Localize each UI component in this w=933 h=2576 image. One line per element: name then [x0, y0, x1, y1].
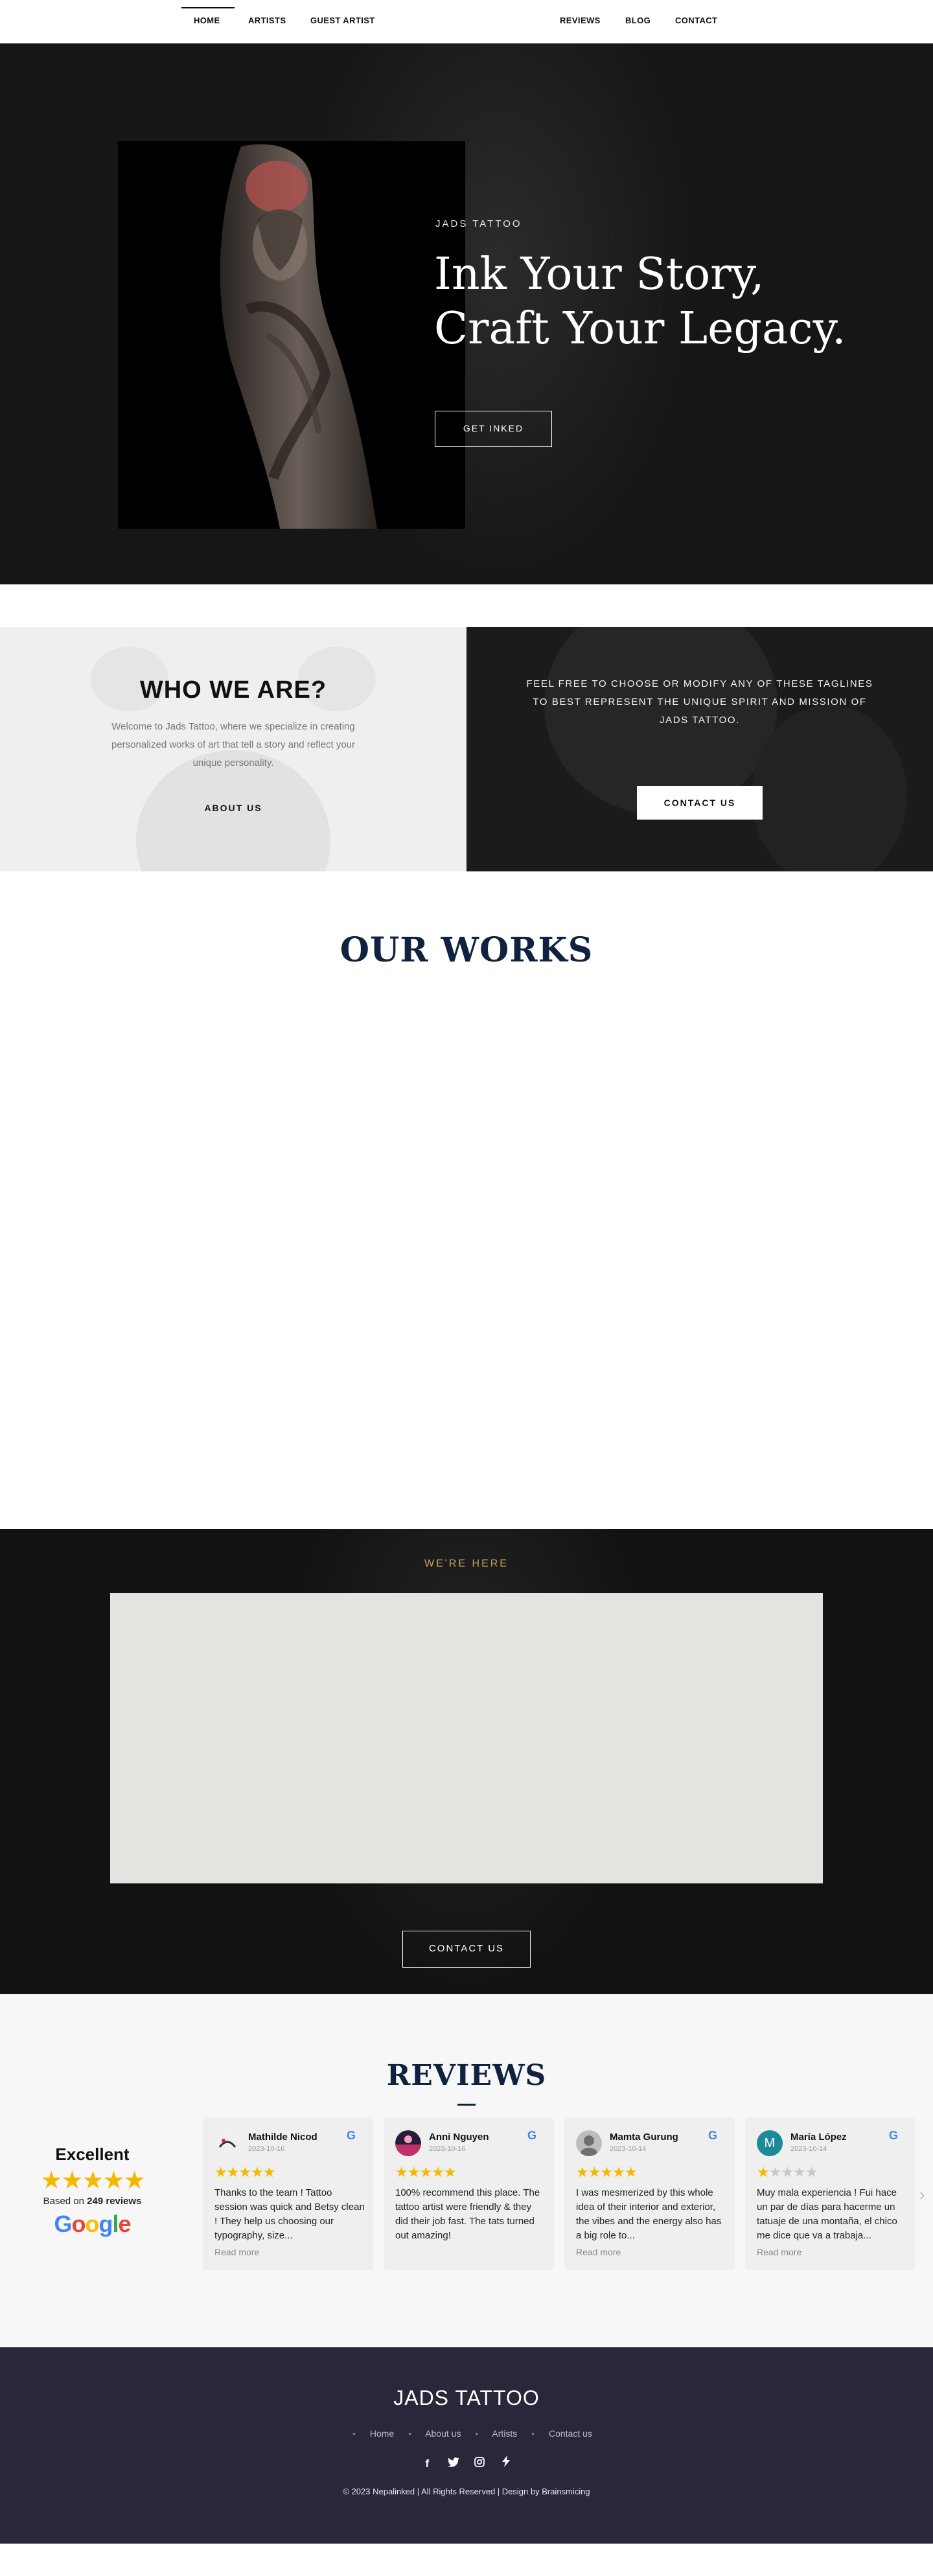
review-stars: ★★★★★ [214, 2164, 276, 2180]
contact-us-button[interactable]: CONTACT US [637, 786, 763, 820]
nav-contact[interactable]: CONTACT [675, 16, 717, 25]
nav-guest-artist[interactable]: GUEST ARTIST [310, 16, 375, 25]
nav-home[interactable]: HOME [194, 16, 220, 25]
map-embed[interactable] [110, 1593, 823, 1883]
rating-stars: ★★★★★ [40, 2167, 145, 2194]
reviewer-avatar [395, 2130, 421, 2156]
read-more-link[interactable]: Read more [757, 2247, 801, 2257]
nav-artists[interactable]: ARTISTS [248, 16, 286, 25]
nav-active-indicator [181, 7, 235, 8]
footer-link-about[interactable]: About us [425, 2428, 461, 2439]
read-more-link[interactable]: Read more [214, 2247, 259, 2257]
reviewer-avatar [576, 2130, 602, 2156]
review-stars: ★★★★★ [757, 2164, 818, 2180]
get-inked-button[interactable]: GET INKED [435, 411, 552, 447]
copyright-text: © 2023 Nepalinked | All Rights Reserved … [343, 2487, 590, 2496]
reviews-title-divider [457, 2104, 476, 2106]
hero-title: Ink Your Story, Craft Your Legacy. [434, 247, 849, 356]
bullet-icon: • [408, 2428, 412, 2439]
reviewer-avatar [214, 2130, 240, 2156]
tagline-panel [466, 627, 933, 871]
rating-label: Excellent [55, 2145, 130, 2164]
footer [0, 2347, 933, 2544]
review-text: Thanks to the team ! Tattoo session was … [214, 2187, 365, 2241]
review-card: Anni Nguyen 2023-10-16 G ★★★★★ 100% reco… [384, 2117, 554, 2270]
top-navigation: HOME ARTISTS GUEST ARTIST REVIEWS BLOG C… [0, 0, 933, 43]
review-stars: ★★★★★ [395, 2164, 457, 2180]
our-works-title: OUR WORKS [340, 930, 593, 970]
about-us-link[interactable]: ABOUT US [0, 803, 466, 813]
review-card: Mathilde Nicod 2023-10-16 G ★★★★★ Thanks… [203, 2117, 373, 2270]
who-we-are-title: WHO WE ARE? [139, 676, 327, 704]
hero-title-line-2: Craft Your Legacy. [434, 303, 846, 354]
review-card: M María López 2023-10-14 G ★★★★★ Muy mal… [745, 2117, 916, 2270]
review-date: 2023-10-14 [790, 2145, 827, 2153]
footer-link-contact[interactable]: Contact us [549, 2428, 592, 2439]
review-card: Mamta Gurung 2023-10-14 G ★★★★★ I was me… [564, 2117, 735, 2270]
reviewer-name: Mamta Gurung [610, 2132, 678, 2143]
reviewer-avatar: M [757, 2130, 783, 2156]
facebook-icon[interactable]: f [419, 2457, 435, 2470]
bullet-icon: • [531, 2428, 535, 2439]
footer-link-artists[interactable]: Artists [492, 2428, 517, 2439]
google-g-icon: G [708, 2129, 718, 2142]
hero-title-line-1: Ink Your Story, [434, 249, 765, 300]
review-stars: ★★★★★ [576, 2164, 638, 2180]
footer-brand: JADS TATTOO [393, 2386, 540, 2409]
rating-count-value: 249 reviews [87, 2196, 142, 2207]
twitter-icon[interactable] [446, 2457, 461, 2470]
reviewer-name: Mathilde Nicod [248, 2132, 317, 2143]
page-bottom-margin [0, 2544, 933, 2576]
review-text: Muy mala experiencia ! Fui hace un par d… [757, 2187, 897, 2241]
reviewer-name: Anni Nguyen [429, 2132, 489, 2143]
rating-summary: Excellent ★★★★★ Based on 249 reviews Goo… [26, 2145, 159, 2238]
tagline-text: FEEL FREE TO CHOOSE OR MODIFY ANY OF THE… [526, 678, 873, 726]
reviews-title: REVIEWS [386, 2059, 547, 2092]
google-g-icon: G [527, 2129, 537, 2142]
social-links: f [0, 2455, 933, 2470]
bullet-icon: • [352, 2428, 356, 2439]
instagram-icon[interactable] [472, 2457, 487, 2470]
footer-link-home[interactable]: Home [370, 2428, 394, 2439]
chevron-right-icon[interactable]: › [919, 2185, 925, 2205]
review-date: 2023-10-14 [610, 2145, 647, 2153]
footer-links: • Home • About us • Artists • Contact us [0, 2428, 933, 2439]
review-date: 2023-10-16 [429, 2145, 466, 2153]
google-logo: Google [54, 2211, 131, 2237]
tattoo-sleeve-image [118, 141, 465, 529]
bullet-icon: • [475, 2428, 479, 2439]
were-here-kicker: WE'RE HERE [424, 1558, 509, 1569]
page: HOME ARTISTS GUEST ARTIST REVIEWS BLOG C… [0, 0, 933, 2576]
nav-blog[interactable]: BLOG [625, 16, 651, 25]
read-more-link[interactable]: Read more [576, 2247, 621, 2257]
review-text: I was mesmerized by this whole idea of t… [576, 2187, 722, 2241]
reviewer-name: María López [790, 2132, 847, 2143]
review-date: 2023-10-16 [248, 2145, 285, 2153]
hero-kicker: JADS TATTOO [435, 218, 522, 229]
google-g-icon: G [889, 2129, 899, 2142]
rating-count: Based on 249 reviews [26, 2196, 159, 2207]
who-we-are-text: Welcome to Jads Tattoo, where we special… [111, 721, 355, 768]
google-g-icon: G [347, 2129, 356, 2142]
review-text: 100% recommend this place. The tattoo ar… [395, 2187, 540, 2241]
zap-icon[interactable] [498, 2455, 514, 2470]
rating-count-prefix: Based on [43, 2196, 84, 2207]
location-contact-button[interactable]: CONTACT US [402, 1931, 531, 1968]
nav-reviews[interactable]: REVIEWS [560, 16, 601, 25]
